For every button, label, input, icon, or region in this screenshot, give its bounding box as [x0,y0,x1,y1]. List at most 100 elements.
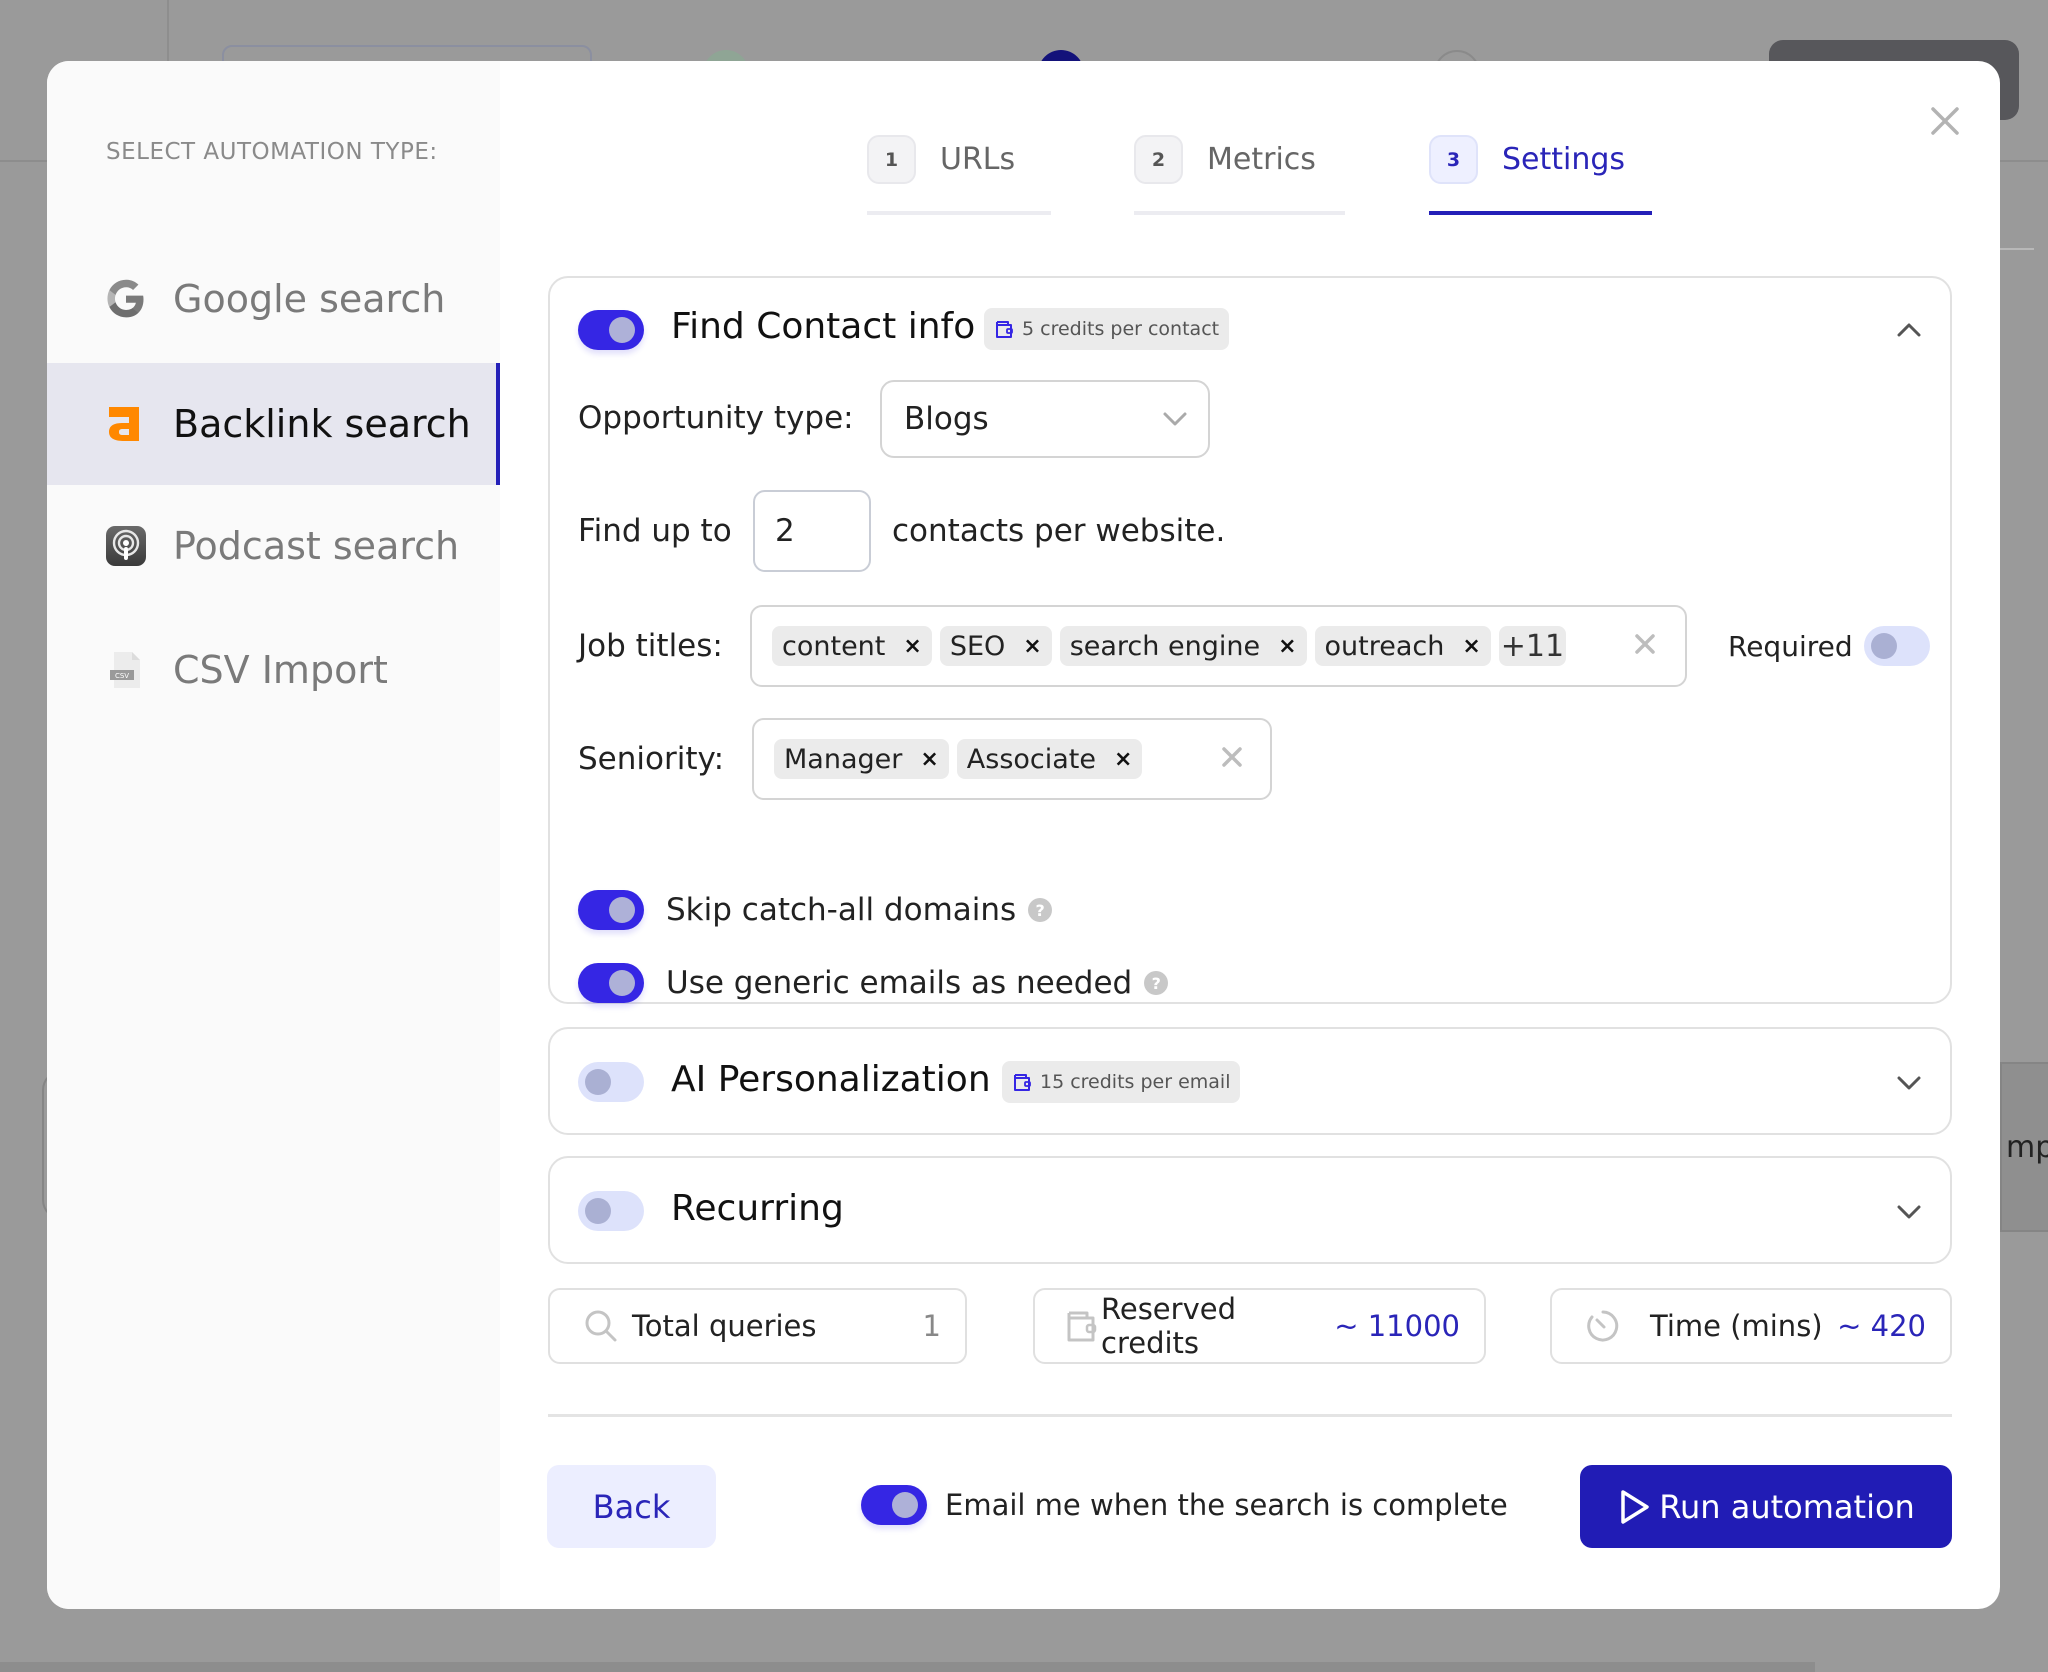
step-number: 1 [867,135,916,184]
stat-value: ~ 11000 [1334,1309,1460,1343]
find-contact-info-toggle[interactable] [578,310,644,350]
collapse-button[interactable] [1895,316,1923,344]
footer-divider [548,1414,1952,1417]
google-icon [104,277,148,321]
credits-badge: 15 credits per email [1002,1061,1241,1103]
tab-settings[interactable]: 3 Settings [1429,135,1625,184]
ai-personalization-toggle[interactable] [578,1062,644,1102]
background-divider [2000,248,2034,250]
stat-label: Time (mins) [1650,1309,1823,1343]
help-icon[interactable]: ? [1028,898,1053,922]
seniority-input[interactable]: Manager × Associate × [752,718,1272,800]
sidebar-item-label: Podcast search [173,524,460,568]
play-icon [1621,1489,1649,1524]
credits-badge: 5 credits per contact [984,308,1230,350]
wallet-icon [996,321,1013,338]
step-label: URLs [940,142,1016,177]
opportunity-type-select[interactable]: Blogs [880,380,1210,458]
sidebar-item-podcast-search[interactable]: Podcast search [47,485,500,607]
chevron-down-icon [1897,1076,1921,1090]
remove-tag-icon[interactable]: × [1023,634,1041,659]
generic-emails-row: Use generic emails as needed ? [578,963,1169,1003]
contacts-per-website-input[interactable] [753,490,871,572]
job-titles-input[interactable]: content × SEO × search engine × outreach × +… [750,605,1687,687]
ai-personalization-section[interactable]: AI Personalization 15 credits per email [548,1027,1952,1135]
sidebar-title: SELECT AUTOMATION TYPE: [106,139,438,165]
chevron-down-icon [1163,412,1187,426]
clear-all-button[interactable] [1219,744,1245,774]
step-underline [867,211,1051,215]
podcast-icon [104,524,148,568]
more-tags-count[interactable]: +11 [1498,626,1567,666]
tag-label: content [782,630,886,662]
close-button[interactable] [1925,101,1965,141]
search-icon [585,1310,617,1342]
remove-tag-icon[interactable]: × [1278,634,1296,659]
tag-label: Associate [966,743,1097,775]
seniority-tag: Manager × [774,739,949,779]
remove-tag-icon[interactable]: × [903,634,921,659]
run-automation-button[interactable]: Run automation [1580,1465,1952,1548]
section-title: AI Personalization [671,1059,991,1100]
find-contact-info-section: Find Contact info 5 credits per contact … [548,276,1952,1004]
reserved-credits-stat: Reserved credits ~ 11000 [1033,1288,1486,1364]
step-underline [1134,211,1345,215]
clear-icon [1635,634,1655,654]
back-button[interactable]: Back [547,1465,716,1548]
seniority-tag: Associate × [956,739,1143,779]
background-text: mpo [2006,1130,2048,1165]
time-stat: Time (mins) ~ 420 [1550,1288,1952,1364]
opportunity-type-label: Opportunity type: [578,400,854,436]
seniority-label: Seniority: [578,741,725,777]
skip-catch-all-toggle[interactable] [578,890,644,930]
step-number: 2 [1134,135,1183,184]
toggle-knob [609,317,635,343]
help-icon[interactable]: ? [1144,971,1169,995]
generic-emails-toggle[interactable] [578,963,644,1003]
step-label: Settings [1502,142,1626,177]
credits-text: 5 credits per contact [1022,318,1220,340]
expand-button[interactable] [1895,1069,1923,1097]
generic-emails-label: Use generic emails as needed [666,965,1133,1001]
required-toggle[interactable] [1864,626,1930,666]
toggle-knob [609,897,635,923]
step-underline-active [1429,211,1652,215]
tab-urls[interactable]: 1 URLs [867,135,1015,184]
clear-all-button[interactable] [1632,631,1658,661]
automation-modal: SELECT AUTOMATION TYPE: Google search Ba… [47,61,2000,1609]
sidebar-item-label: CSV Import [173,648,388,692]
tag-label: Manager [784,743,903,775]
toggle-knob [1871,633,1897,659]
stat-value: ~ 420 [1837,1309,1926,1343]
job-title-tag: content × [772,626,932,666]
remove-tag-icon[interactable]: × [1114,747,1132,772]
job-title-tag: outreach × [1314,626,1491,666]
wallet-icon [1014,1074,1031,1091]
expand-button[interactable] [1895,1198,1923,1226]
sidebar-item-google-search[interactable]: Google search [47,238,500,360]
tab-metrics[interactable]: 2 Metrics [1134,135,1316,184]
recurring-toggle[interactable] [578,1191,644,1231]
ahrefs-icon [104,402,148,446]
sidebar-item-csv-import[interactable]: CSV CSV Import [47,609,500,731]
job-title-tag: SEO × [939,626,1052,666]
tag-label: search engine [1069,630,1261,662]
section-title: Recurring [671,1188,844,1229]
background-scrollbar [0,1662,1815,1672]
step-label: Metrics [1207,142,1316,177]
step-number: 3 [1429,135,1478,184]
email-notification-toggle[interactable] [861,1485,927,1525]
stat-label: Total queries [632,1309,817,1343]
run-automation-label: Run automation [1659,1487,1915,1526]
sidebar-item-backlink-search[interactable]: Backlink search [47,363,500,485]
csv-file-icon: CSV [104,648,148,692]
remove-tag-icon[interactable]: × [1462,634,1480,659]
sidebar-item-label: Backlink search [173,402,471,446]
remove-tag-icon[interactable]: × [920,747,938,772]
toggle-knob [609,970,635,996]
job-title-tag: search engine × [1059,626,1307,666]
recurring-section[interactable]: Recurring [548,1156,1952,1264]
toggle-knob [585,1069,611,1095]
tag-label: SEO [949,630,1006,662]
credits-text: 15 credits per email [1040,1071,1231,1093]
